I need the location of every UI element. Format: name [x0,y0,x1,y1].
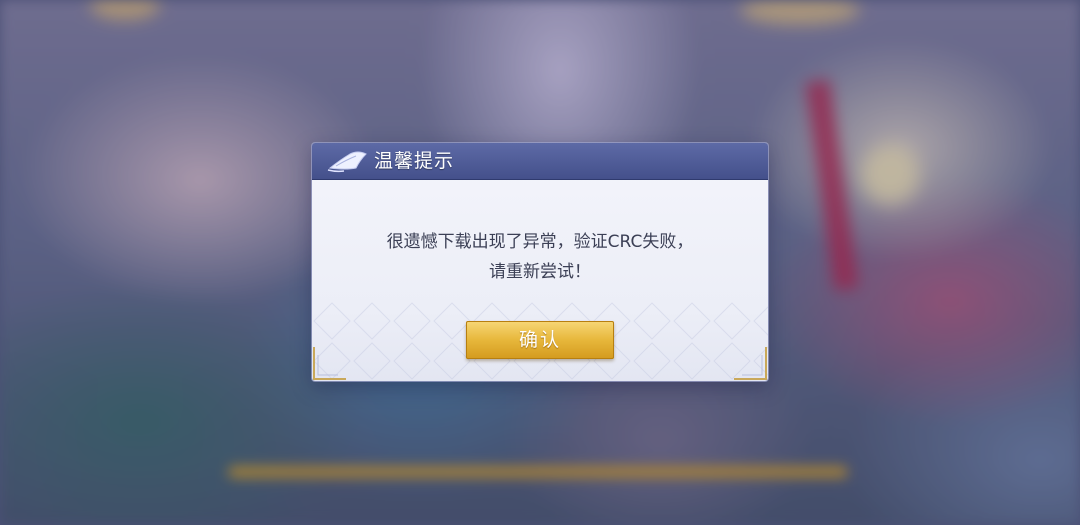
dialog-message: 很遗憾下载出现了异常，验证CRC失败， 请重新尝试！ [332,227,748,287]
notice-dialog: 温馨提示 很遗憾下载出现了异常，验证CRC失败， 请重新尝试！ 确认 [312,143,768,381]
corner-ornament-right [734,347,767,380]
message-line-1: 很遗憾下载出现了异常，验证CRC失败， [386,232,694,252]
message-line-2: 请重新尝试！ [489,262,591,282]
dialog-title: 温馨提示 [374,150,455,172]
scroll-icon [327,151,367,173]
corner-ornament-left [313,347,346,380]
confirm-button[interactable]: 确认 [466,321,614,359]
dialog-header: 温馨提示 [312,143,768,180]
